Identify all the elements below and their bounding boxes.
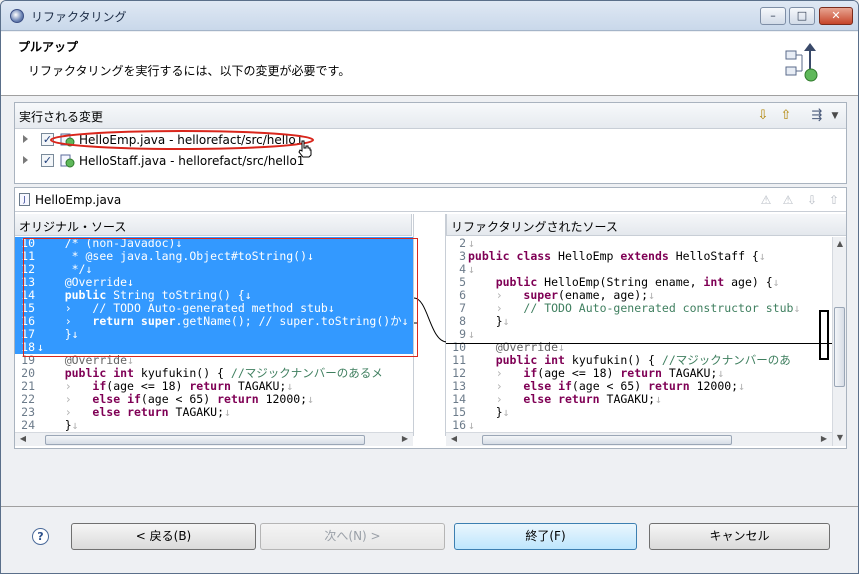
change-item-label: HelloStaff.java - hellorefact/src/hello1 bbox=[79, 154, 305, 168]
copy-change-icon: ⚠ bbox=[782, 193, 794, 207]
finish-button[interactable]: 終了(F) bbox=[454, 523, 637, 550]
code-text: public int kyufukin() { //マジックナンバーのあるメ bbox=[64, 366, 383, 380]
next-difference-icon: ⇩ bbox=[806, 193, 818, 207]
highlight-ellipse bbox=[50, 130, 314, 150]
next-change-icon[interactable]: ⇩ bbox=[754, 107, 772, 125]
code-text: › else if(age < 65) return 12000;↓ bbox=[64, 392, 315, 406]
code-text: }↓ bbox=[468, 405, 510, 419]
compare-header: J HelloEmp.java ⚠ ⚠ ⇩ ⇧ bbox=[15, 188, 846, 212]
java-file-change-icon bbox=[60, 154, 75, 168]
wizard-header: プルアップ リファクタリングを実行するには、以下の変更が必要です。 bbox=[1, 32, 858, 96]
code-text: public HelloEmp(String ename, int age) {… bbox=[495, 275, 780, 289]
change-checkbox[interactable]: ✓ bbox=[41, 154, 54, 167]
refactored-source-line: 16 ↓ bbox=[446, 419, 832, 432]
title-bar[interactable]: リファクタリング – □ ✕ bbox=[1, 1, 858, 31]
cancel-button[interactable]: キャンセル bbox=[649, 523, 830, 550]
original-hscrollbar[interactable]: ◀ ▶ bbox=[15, 432, 413, 446]
selected-block-outline bbox=[23, 238, 418, 357]
code-text: }↓ bbox=[37, 418, 79, 432]
scroll-right-icon[interactable]: ▶ bbox=[399, 434, 411, 443]
refactored-hscrollbar[interactable]: ◀ ▶ bbox=[446, 432, 832, 446]
refactored-vscrollbar[interactable]: ▲ ▼ bbox=[819, 237, 846, 446]
window-title: リファクタリング bbox=[31, 10, 127, 24]
help-icon[interactable]: ? bbox=[32, 528, 49, 545]
code-text: }↓ bbox=[468, 314, 510, 328]
previous-difference-icon: ⇧ bbox=[828, 193, 840, 207]
scroll-up-icon[interactable]: ▲ bbox=[834, 239, 846, 248]
back-button[interactable]: < 戻る(B) bbox=[71, 523, 256, 550]
close-button[interactable]: ✕ bbox=[819, 7, 853, 25]
original-source-line: 24 }↓ bbox=[15, 419, 413, 432]
code-text: › super(ename, age);↓ bbox=[495, 288, 655, 302]
changes-panel: 実行される変更 ⇩ ⇧ ⇶ ▼ ✓ HelloEmp.java - hellor… bbox=[14, 102, 847, 184]
eclipse-icon bbox=[10, 9, 24, 23]
scroll-thumb[interactable] bbox=[45, 435, 365, 445]
change-item-hellostaff[interactable]: ✓ HelloStaff.java - hellorefact/src/hell… bbox=[15, 151, 846, 171]
refactored-source-title: リファクタリングされたソース bbox=[446, 214, 846, 236]
scroll-right-icon[interactable]: ▶ bbox=[818, 434, 830, 443]
code-text: › else return TAGAKU;↓ bbox=[64, 405, 231, 419]
scroll-down-icon[interactable]: ▼ bbox=[834, 433, 846, 442]
pull-up-wizard-icon bbox=[785, 43, 818, 82]
java-file-icon: J bbox=[19, 193, 30, 206]
code-text: › else return TAGAKU;↓ bbox=[495, 392, 662, 406]
code-text: ↓ bbox=[468, 327, 475, 341]
change-item-helloemp[interactable]: ✓ HelloEmp.java - hellorefact/src/hello1 bbox=[15, 130, 846, 158]
previous-change-icon[interactable]: ⇧ bbox=[777, 107, 795, 125]
filter-dropdown-icon[interactable]: ▼ bbox=[826, 107, 844, 125]
code-text: › // TODO Auto-generated constructor stu… bbox=[495, 301, 801, 315]
button-bar: ? < 戻る(B) 次へ(N) > 終了(F) キャンセル bbox=[1, 507, 858, 573]
code-text: public int kyufukin() { //マジックナンバーのあ bbox=[495, 353, 791, 367]
scroll-left-icon[interactable]: ◀ bbox=[17, 434, 29, 443]
scroll-thumb[interactable] bbox=[834, 307, 845, 387]
code-text: › if(age <= 18) return TAGAKU;↓ bbox=[64, 379, 294, 393]
code-text: › else if(age < 65) return 12000;↓ bbox=[495, 379, 746, 393]
maximize-button[interactable]: □ bbox=[789, 7, 815, 25]
minimize-button[interactable]: – bbox=[760, 7, 786, 25]
diff-marker-line bbox=[446, 343, 832, 344]
next-button[interactable]: 次へ(N) > bbox=[260, 523, 445, 550]
filter-changes-icon[interactable]: ⇶ bbox=[808, 107, 826, 125]
scroll-left-icon[interactable]: ◀ bbox=[448, 434, 460, 443]
page-description: リファクタリングを実行するには、以下の変更が必要です。 bbox=[28, 64, 351, 78]
expand-icon[interactable] bbox=[23, 135, 28, 143]
scroll-thumb[interactable] bbox=[482, 435, 732, 445]
line-number: 24 bbox=[21, 418, 35, 432]
code-text: › if(age <= 18) return TAGAKU;↓ bbox=[495, 366, 725, 380]
refactoring-dialog: リファクタリング – □ ✕ プルアップ リファクタリングを実行するには、以下の… bbox=[0, 0, 859, 574]
refactored-source-line: 3 public class HelloEmp extends HelloStaf… bbox=[446, 250, 832, 263]
overview-ruler-marker bbox=[819, 310, 829, 360]
refactored-source-line: 8 }↓ bbox=[446, 315, 832, 328]
code-text: public class HelloEmp extends HelloStaff… bbox=[468, 249, 766, 263]
changes-panel-header: 実行される変更 ⇩ ⇧ ⇶ ▼ bbox=[15, 103, 846, 129]
changes-panel-title: 実行される変更 bbox=[19, 110, 104, 124]
line-number: 16 bbox=[452, 418, 466, 432]
original-source-title: オリジナル・ソース bbox=[15, 214, 412, 236]
code-text: ↓ bbox=[468, 418, 475, 432]
compare-panel: J HelloEmp.java ⚠ ⚠ ⇩ ⇧ オリジナル・ソース リファクタリ… bbox=[14, 187, 847, 449]
refactored-source-pane[interactable]: 2 ↓ 3 public class HelloEmp extends HelloSt… bbox=[446, 237, 832, 436]
compare-file-name: HelloEmp.java bbox=[35, 193, 122, 207]
copy-all-icon: ⚠ bbox=[760, 193, 772, 207]
page-title: プルアップ bbox=[18, 40, 79, 54]
refactored-source-line: 15 }↓ bbox=[446, 406, 832, 419]
code-text: ↓ bbox=[468, 262, 475, 276]
expand-icon[interactable] bbox=[23, 156, 28, 164]
